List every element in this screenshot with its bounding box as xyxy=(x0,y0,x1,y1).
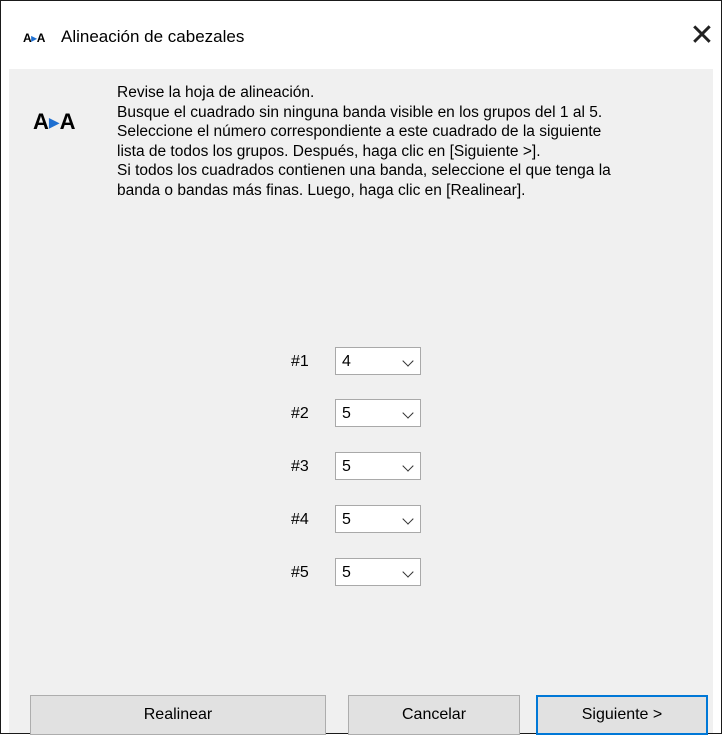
close-button[interactable]: ✕ xyxy=(683,15,721,55)
selector-row-1: #1 4 xyxy=(291,347,431,377)
chevron-down-icon xyxy=(402,513,414,525)
selected-value: 4 xyxy=(342,353,351,370)
instruction-line: Revise la hoja de alineación. xyxy=(117,84,315,101)
group-3-select[interactable]: 5 xyxy=(335,452,421,480)
selected-value: 5 xyxy=(342,405,351,422)
alignment-icon: A ▶ A xyxy=(33,109,76,134)
instruction-line: Busque el cuadrado sin ninguna banda vis… xyxy=(117,103,603,121)
chevron-down-icon xyxy=(402,566,414,578)
selector-label: #2 xyxy=(291,405,309,422)
selector-row-4: #4 5 xyxy=(291,505,431,535)
close-icon: ✕ xyxy=(689,18,715,52)
next-button[interactable]: Siguiente > xyxy=(536,695,708,735)
group-1-select[interactable]: 4 xyxy=(335,347,421,375)
next-button-label: Siguiente > xyxy=(581,706,663,723)
selector-label: #3 xyxy=(291,458,309,475)
chevron-down-icon xyxy=(402,355,414,367)
cancel-button-label: Cancelar xyxy=(401,706,467,723)
dialog-window: A▸A Alineación de cabezales ✕ A ▶ A Revise… xyxy=(0,0,722,735)
instructions-text: Revise la hoja de alineación. Busque el … xyxy=(117,83,697,200)
window-title: Alineación de cabezales xyxy=(61,27,245,46)
cancel-button[interactable]: Cancelar xyxy=(348,695,520,735)
instruction-line: Seleccione el número correspondiente a e… xyxy=(117,123,602,140)
chevron-down-icon xyxy=(402,460,414,472)
selector-label: #5 xyxy=(291,564,309,581)
instruction-line: Si todos los cuadrados contienen una ban… xyxy=(117,162,611,179)
alignment-title-icon: A▸A xyxy=(23,31,45,45)
selector-row-5: #5 5 xyxy=(291,558,431,588)
instruction-line: lista de todos los grupos. Después, haga… xyxy=(117,142,541,160)
group-5-select[interactable]: 5 xyxy=(335,558,421,586)
realign-button[interactable]: Realinear xyxy=(30,695,326,735)
selector-row-3: #3 5 xyxy=(291,452,431,482)
instruction-line: banda o bandas más finas. Luego, haga cl… xyxy=(117,181,526,199)
selector-label: #1 xyxy=(291,353,309,370)
realign-button-label: Realinear xyxy=(143,706,213,723)
title-bar: A▸A Alineación de cabezales ✕ xyxy=(1,1,721,69)
selector-row-2: #2 5 xyxy=(291,399,431,429)
selected-value: 5 xyxy=(342,458,351,475)
selected-value: 5 xyxy=(342,564,351,581)
chevron-down-icon xyxy=(402,407,414,419)
selector-label: #4 xyxy=(291,511,309,528)
group-4-select[interactable]: 5 xyxy=(335,505,421,533)
group-2-select[interactable]: 5 xyxy=(335,399,421,427)
selected-value: 5 xyxy=(342,511,351,528)
